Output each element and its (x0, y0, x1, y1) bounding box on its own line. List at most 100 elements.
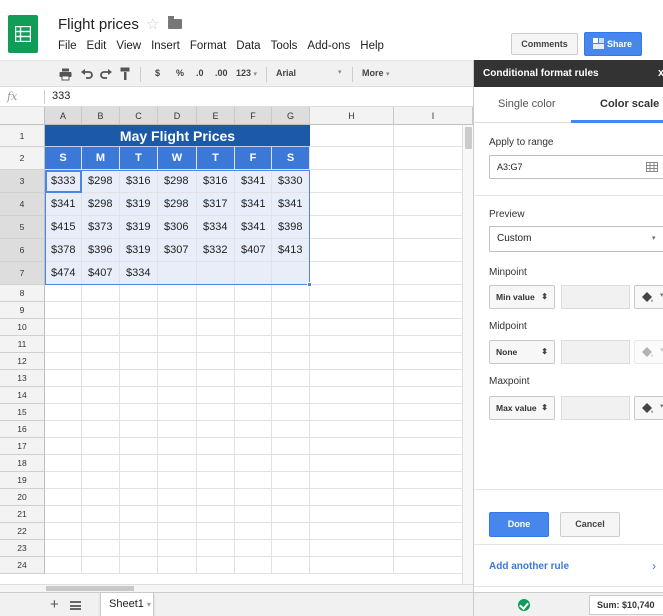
price-cell[interactable]: $474 (45, 262, 82, 285)
cell[interactable] (45, 404, 82, 421)
chevron-right-icon[interactable]: › (652, 559, 656, 573)
row-header-1[interactable]: 1 (0, 125, 45, 147)
cell[interactable] (120, 353, 158, 370)
folder-icon[interactable] (168, 16, 182, 29)
price-cell[interactable]: $319 (120, 239, 158, 262)
menu-file[interactable]: File (58, 40, 77, 52)
vertical-scroll-thumb[interactable] (465, 127, 472, 149)
cell[interactable] (272, 506, 310, 523)
cell[interactable] (272, 540, 310, 557)
cell[interactable] (310, 262, 394, 285)
cell[interactable] (235, 387, 272, 404)
row-header-20[interactable]: 20 (0, 489, 45, 506)
cell[interactable] (45, 557, 82, 574)
cell[interactable] (45, 489, 82, 506)
row-header-18[interactable]: 18 (0, 455, 45, 472)
cell[interactable] (45, 455, 82, 472)
cell[interactable] (120, 472, 158, 489)
price-cell[interactable]: $316 (197, 170, 235, 193)
cell[interactable] (82, 421, 120, 438)
row-header-9[interactable]: 9 (0, 302, 45, 319)
sum-readout[interactable]: Sum: $10,740 (589, 595, 663, 615)
cell[interactable] (82, 472, 120, 489)
row-header-11[interactable]: 11 (0, 336, 45, 353)
cell[interactable] (120, 489, 158, 506)
cell[interactable] (158, 353, 197, 370)
cell[interactable] (82, 540, 120, 557)
cell[interactable] (235, 336, 272, 353)
cell[interactable] (120, 404, 158, 421)
cell[interactable] (82, 438, 120, 455)
print-icon[interactable] (59, 68, 72, 81)
cell[interactable] (235, 557, 272, 574)
cell[interactable] (310, 285, 394, 302)
select-all-corner[interactable] (0, 107, 45, 125)
cell[interactable] (235, 523, 272, 540)
cell[interactable] (235, 353, 272, 370)
cell[interactable] (197, 336, 235, 353)
row-header-10[interactable]: 10 (0, 319, 45, 336)
cell[interactable] (120, 557, 158, 574)
range-input[interactable]: A3:G7 (489, 155, 663, 179)
column-header-h[interactable]: H (310, 107, 394, 125)
column-header-a[interactable]: A (45, 107, 82, 125)
cell[interactable] (197, 285, 235, 302)
redo-icon[interactable] (100, 69, 112, 79)
cell[interactable] (82, 336, 120, 353)
paint-format-icon[interactable] (120, 67, 131, 81)
cell[interactable] (235, 285, 272, 302)
maxpoint-value-input[interactable] (561, 396, 630, 420)
decrease-decimals-button[interactable]: .0 (196, 68, 204, 78)
price-cell[interactable]: $333 (45, 170, 82, 193)
cell[interactable] (158, 455, 197, 472)
cell[interactable] (158, 336, 197, 353)
cell[interactable] (272, 302, 310, 319)
document-title[interactable]: Flight prices (58, 16, 139, 33)
cell[interactable] (310, 523, 394, 540)
column-header-f[interactable]: F (235, 107, 272, 125)
cell[interactable] (158, 523, 197, 540)
cell[interactable] (310, 147, 394, 170)
menu-data[interactable]: Data (236, 40, 260, 52)
maxpoint-type-select[interactable]: Max value ⬍ (489, 396, 555, 420)
menu-insert[interactable]: Insert (151, 40, 180, 52)
tab-color-scale[interactable]: Color scale (600, 98, 659, 110)
weekday-header-cell[interactable]: F (235, 147, 272, 170)
weekday-header-cell[interactable]: M (82, 147, 120, 170)
cell[interactable] (235, 540, 272, 557)
weekday-header-cell[interactable]: T (120, 147, 158, 170)
cell[interactable] (235, 489, 272, 506)
sheet-title-cell[interactable]: May Flight Prices (45, 125, 310, 147)
cell[interactable] (272, 370, 310, 387)
done-button[interactable]: Done (489, 512, 549, 537)
cell[interactable] (120, 302, 158, 319)
price-cell[interactable]: $330 (272, 170, 310, 193)
menu-format[interactable]: Format (190, 40, 226, 52)
column-header-e[interactable]: E (197, 107, 235, 125)
price-cell[interactable]: $396 (82, 239, 120, 262)
percent-button[interactable]: % (176, 68, 184, 78)
close-icon[interactable]: x (658, 60, 663, 87)
column-header-b[interactable]: B (82, 107, 120, 125)
tab-single-color[interactable]: Single color (498, 98, 555, 110)
cell[interactable] (310, 193, 394, 216)
weekday-header-cell[interactable]: S (45, 147, 82, 170)
cell[interactable] (235, 370, 272, 387)
cell[interactable] (310, 455, 394, 472)
cell[interactable] (45, 438, 82, 455)
cell[interactable] (158, 370, 197, 387)
cell[interactable] (45, 421, 82, 438)
cell[interactable] (235, 438, 272, 455)
cell[interactable] (310, 506, 394, 523)
fill-handle[interactable] (307, 282, 312, 287)
cell[interactable] (120, 438, 158, 455)
cell[interactable] (310, 557, 394, 574)
cell[interactable] (197, 387, 235, 404)
cell[interactable] (197, 557, 235, 574)
row-header-8[interactable]: 8 (0, 285, 45, 302)
cell[interactable] (197, 370, 235, 387)
price-cell[interactable]: $334 (120, 262, 158, 285)
minpoint-color-button[interactable]: ▾ (634, 285, 663, 309)
row-header-13[interactable]: 13 (0, 370, 45, 387)
cell[interactable] (197, 523, 235, 540)
